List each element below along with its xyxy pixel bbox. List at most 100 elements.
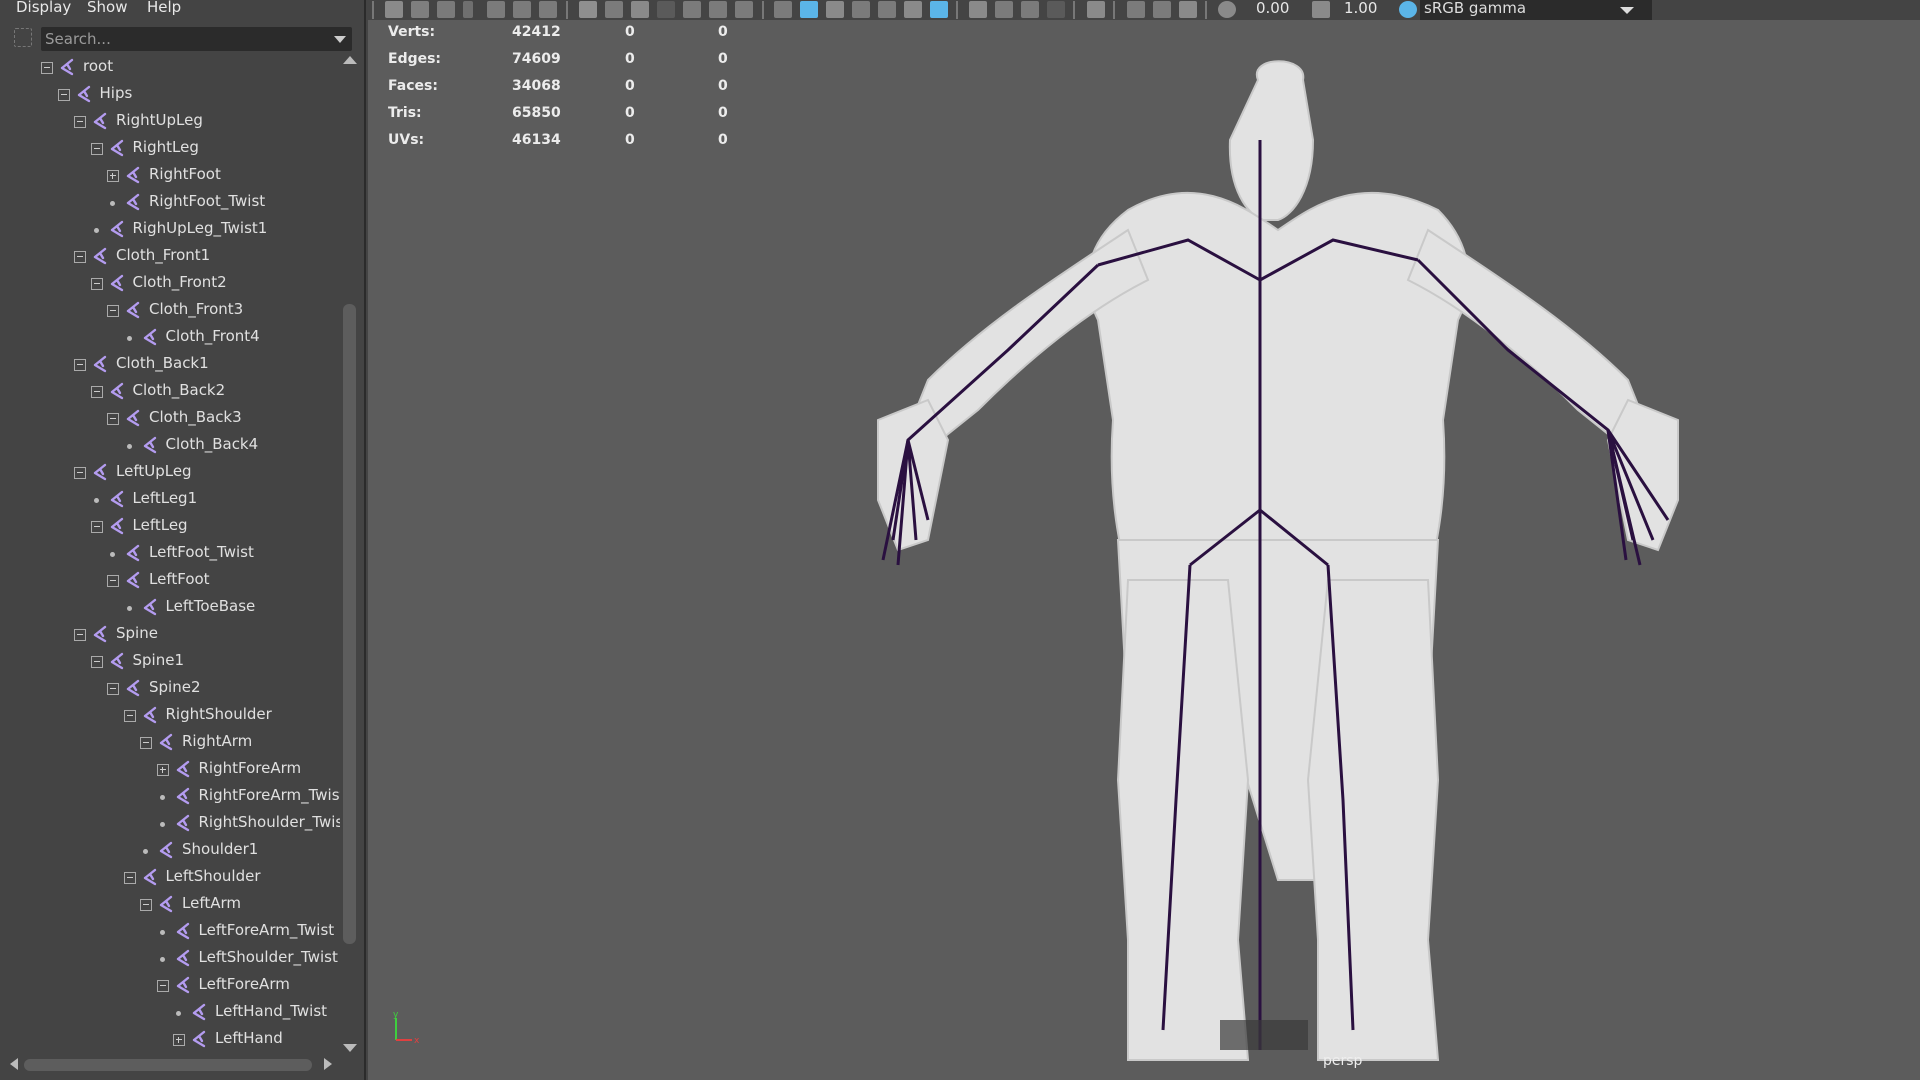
scroll-left-arrow-icon[interactable] — [10, 1058, 18, 1070]
collapse-icon[interactable] — [123, 872, 136, 884]
gate-mask-icon[interactable] — [657, 1, 675, 18]
safe-title-icon[interactable] — [735, 1, 753, 18]
depth-of-field-icon[interactable] — [1047, 1, 1065, 18]
collapse-icon[interactable] — [90, 521, 103, 533]
tree-item-lefthand[interactable]: LeftHand — [0, 1026, 340, 1053]
image-plane-icon[interactable] — [463, 1, 473, 18]
tree-item-cloth-front2[interactable]: Cloth_Front2 — [0, 270, 340, 297]
horizontal-scroll-thumb[interactable] — [24, 1059, 312, 1071]
tree-item-lefttoebase[interactable]: LeftToeBase — [0, 594, 340, 621]
tree-item-leftleg[interactable]: LeftLeg — [0, 513, 340, 540]
expand-icon[interactable] — [173, 1034, 185, 1046]
shadows-icon[interactable] — [930, 1, 948, 18]
grease-pencil-icon[interactable] — [513, 1, 531, 18]
tree-item-leftleg1[interactable]: LeftLeg1 — [0, 486, 340, 513]
tree-item-righupleg-twist1[interactable]: RighUpLeg_Twist1 — [0, 216, 340, 243]
isolate-select-icon[interactable] — [1087, 1, 1105, 18]
filter-icon[interactable] — [14, 28, 32, 47]
dropdown-arrow-icon[interactable] — [1620, 7, 1634, 14]
collapse-icon[interactable] — [90, 386, 103, 398]
grid-icon[interactable] — [579, 1, 597, 18]
viewport-panel[interactable]: 0.00 1.00 sRGB gamma Verts: 42412 0 0 Edges:… — [368, 0, 1920, 1080]
tree-item-hips[interactable]: Hips — [0, 81, 340, 108]
colorspace-dropdown[interactable]: sRGB gamma — [1420, 0, 1652, 20]
default-material-icon[interactable] — [826, 1, 844, 18]
tree-item-rightleg[interactable]: RightLeg — [0, 135, 340, 162]
vertical-scroll-thumb[interactable] — [343, 304, 356, 944]
menu-show[interactable]: Show — [87, 0, 127, 16]
xray-icon[interactable] — [1127, 1, 1145, 18]
paint-icon[interactable] — [539, 1, 557, 18]
wireframe-on-shaded-icon[interactable] — [852, 1, 870, 18]
tree-item-leftupleg[interactable]: LeftUpLeg — [0, 459, 340, 486]
smooth-shade-icon[interactable] — [800, 1, 818, 18]
resolution-gate-icon[interactable] — [631, 1, 649, 18]
tree-item-rightfoot-twist[interactable]: RightFoot_Twist — [0, 189, 340, 216]
tree-item-leftfoot[interactable]: LeftFoot — [0, 567, 340, 594]
collapse-icon[interactable] — [41, 62, 53, 74]
collapse-icon[interactable] — [74, 359, 86, 371]
collapse-icon[interactable] — [123, 710, 136, 722]
collapse-icon[interactable] — [90, 656, 103, 668]
menu-display[interactable]: Display — [16, 0, 71, 16]
tree-item-cloth-back4[interactable]: Cloth_Back4 — [0, 432, 340, 459]
exposure-value[interactable]: 0.00 — [1256, 0, 1289, 17]
camera-attributes-icon[interactable] — [411, 1, 429, 18]
textured-icon[interactable] — [878, 1, 896, 18]
expand-icon[interactable] — [156, 764, 169, 776]
collapse-icon[interactable] — [74, 467, 86, 479]
xray-active-icon[interactable] — [1153, 1, 1171, 18]
tree-item-root[interactable]: root — [0, 54, 340, 81]
collapse-icon[interactable] — [90, 278, 103, 290]
tree-item-leftfoot-twist[interactable]: LeftFoot_Twist — [0, 540, 340, 567]
tree-item-rightupleg[interactable]: RightUpLeg — [0, 108, 340, 135]
collapse-icon[interactable] — [57, 89, 70, 101]
scene-canvas[interactable] — [368, 20, 1920, 1080]
motion-blur-icon[interactable] — [995, 1, 1013, 18]
collapse-icon[interactable] — [90, 143, 103, 155]
menu-help[interactable]: Help — [147, 0, 181, 16]
search-dropdown-icon[interactable] — [334, 36, 346, 43]
tree-item-leftarm[interactable]: LeftArm — [0, 891, 340, 918]
tree-item-spine2[interactable]: Spine2 — [0, 675, 340, 702]
tree-item-rightforearm[interactable]: RightForeArm — [0, 756, 340, 783]
tree-item-rightshoulder-twist[interactable]: RightShoulder_Twist — [0, 810, 340, 837]
gamma-value[interactable]: 1.00 — [1344, 0, 1377, 17]
screen-space-ao-icon[interactable] — [969, 1, 987, 18]
tree-item-cloth-back2[interactable]: Cloth_Back2 — [0, 378, 340, 405]
field-chart-icon[interactable] — [683, 1, 701, 18]
collapse-icon[interactable] — [107, 575, 119, 587]
tree-item-cloth-front3[interactable]: Cloth_Front3 — [0, 297, 340, 324]
collapse-icon[interactable] — [107, 413, 119, 425]
search-input[interactable] — [45, 27, 315, 51]
horizontal-scrollbar[interactable] — [0, 1056, 340, 1076]
tree-item-cloth-back1[interactable]: Cloth_Back1 — [0, 351, 340, 378]
bookmark-icon[interactable] — [437, 1, 455, 18]
tree-item-leftshoulder[interactable]: LeftShoulder — [0, 864, 340, 891]
color-management-icon[interactable] — [1399, 1, 1417, 18]
safe-action-icon[interactable] — [709, 1, 727, 18]
tree-item-spine1[interactable]: Spine1 — [0, 648, 340, 675]
tree-item-leftshoulder-twist[interactable]: LeftShoulder_Twist — [0, 945, 340, 972]
collapse-icon[interactable] — [140, 737, 152, 749]
tree-item-rightfoot[interactable]: RightFoot — [0, 162, 340, 189]
tree-item-cloth-back3[interactable]: Cloth_Back3 — [0, 405, 340, 432]
2d-pan-zoom-icon[interactable] — [487, 1, 505, 18]
scroll-up-arrow-icon[interactable] — [343, 56, 357, 64]
tree-item-rightshoulder[interactable]: RightShoulder — [0, 702, 340, 729]
xray-joints-icon[interactable] — [1179, 1, 1197, 18]
tree-item-leftforearm[interactable]: LeftForeArm — [0, 972, 340, 999]
multisample-aa-icon[interactable] — [1021, 1, 1039, 18]
exposure-icon[interactable] — [1218, 1, 1236, 18]
collapse-icon[interactable] — [74, 629, 86, 641]
tree-item-lefthand-twist[interactable]: LeftHand_Twist — [0, 999, 340, 1026]
vertical-scrollbar[interactable] — [341, 54, 361, 1057]
wireframe-icon[interactable] — [774, 1, 792, 18]
expand-icon[interactable] — [107, 170, 119, 182]
collapse-icon[interactable] — [107, 305, 119, 317]
tree-item-shoulder1[interactable]: Shoulder1 — [0, 837, 340, 864]
collapse-icon[interactable] — [74, 116, 86, 128]
collapse-icon[interactable] — [140, 899, 152, 911]
tree-item-cloth-front4[interactable]: Cloth_Front4 — [0, 324, 340, 351]
tree-item-leftforearm-twist[interactable]: LeftForeArm_Twist — [0, 918, 340, 945]
